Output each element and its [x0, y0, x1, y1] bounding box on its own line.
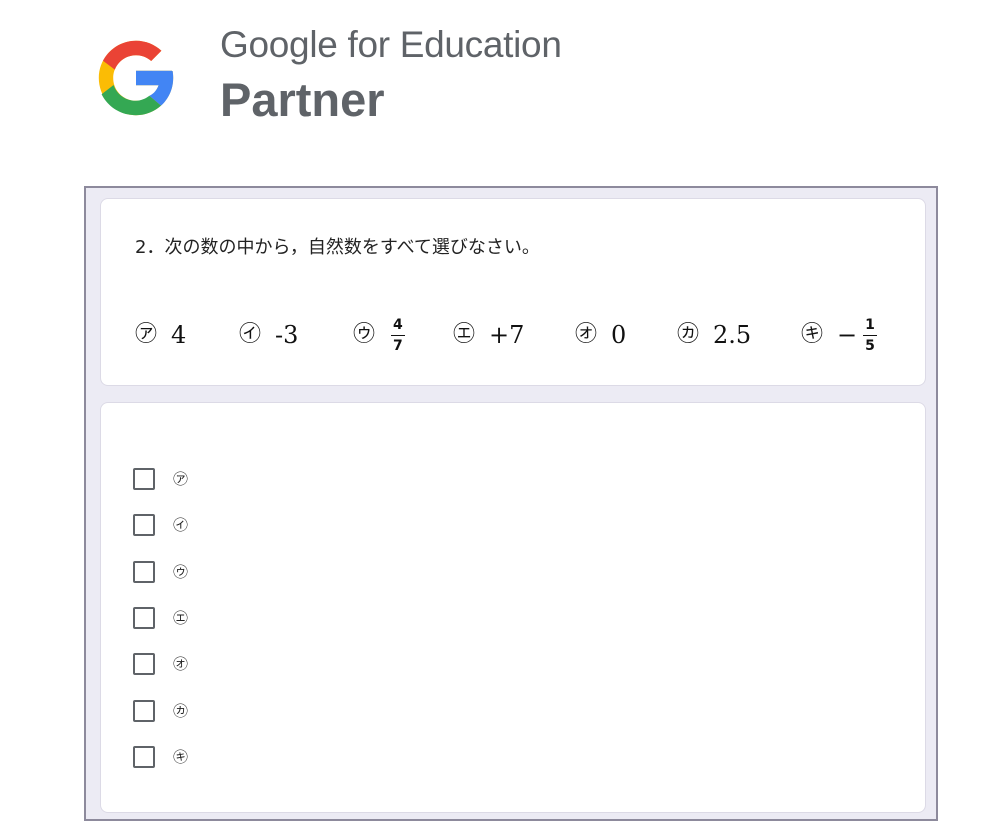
number-item-ka: ㋕ 2.5 — [677, 305, 751, 365]
item-mark: ㋕ — [677, 322, 700, 347]
item-fraction: − 1 5 — [837, 318, 877, 353]
fraction-denominator: 7 — [393, 337, 403, 354]
google-g-icon — [98, 40, 176, 116]
number-item-e: ㋓ +7 — [453, 305, 524, 365]
logo-subtitle: Partner — [220, 73, 385, 126]
item-mark: ㋔ — [575, 322, 598, 347]
item-mark: ㋖ — [801, 322, 824, 347]
option-label: ㋒ — [173, 562, 189, 581]
number-item-u: ㋒ 4 7 — [353, 305, 405, 365]
checkbox[interactable] — [133, 746, 155, 768]
form-container: 2．次の数の中から，自然数をすべて選びなさい。 ㋐ 4 ㋑ -3 ㋒ 4 7 ㋓… — [84, 186, 938, 821]
option-label: ㋑ — [173, 515, 189, 534]
item-mark: ㋐ — [135, 322, 158, 347]
item-fraction: 4 7 — [389, 318, 405, 353]
fraction: 1 5 — [863, 318, 877, 353]
number-item-i: ㋑ -3 — [239, 305, 298, 365]
checkbox[interactable] — [133, 561, 155, 583]
item-value: 2.5 — [713, 321, 752, 349]
item-value: 0 — [611, 321, 627, 349]
option-label: ㋐ — [173, 469, 189, 488]
number-item-ki: ㋖ − 1 5 — [801, 305, 877, 365]
option-ki[interactable]: ㋖ — [133, 742, 188, 772]
option-o[interactable]: ㋔ — [133, 649, 188, 679]
option-label: ㋔ — [173, 654, 189, 673]
checkbox[interactable] — [133, 653, 155, 675]
checkbox[interactable] — [133, 700, 155, 722]
option-ka[interactable]: ㋕ — [133, 696, 188, 726]
checkbox[interactable] — [133, 468, 155, 490]
item-mark: ㋓ — [453, 322, 476, 347]
item-value: 4 — [171, 321, 187, 349]
answer-card: ㋐ ㋑ ㋒ ㋓ ㋔ ㋕ ㋖ — [100, 402, 926, 813]
item-value: +7 — [489, 321, 525, 349]
item-value: -3 — [275, 321, 299, 349]
option-label: ㋖ — [173, 747, 189, 766]
option-label: ㋕ — [173, 701, 189, 720]
option-e[interactable]: ㋓ — [133, 603, 188, 633]
google-for-education-partner-logo: Google for Education Partner — [88, 24, 628, 134]
fraction-denominator: 5 — [865, 337, 875, 354]
fraction-numerator: 4 — [391, 318, 405, 336]
number-item-o: ㋔ 0 — [575, 305, 626, 365]
option-i[interactable]: ㋑ — [133, 510, 188, 540]
checkbox[interactable] — [133, 514, 155, 536]
logo-title: Google for Education — [220, 24, 562, 65]
fraction: 4 7 — [391, 318, 405, 353]
option-a[interactable]: ㋐ — [133, 464, 188, 494]
fraction-numerator: 1 — [863, 318, 877, 336]
item-mark: ㋒ — [353, 322, 376, 347]
option-u[interactable]: ㋒ — [133, 557, 188, 587]
fraction-sign: − — [837, 321, 858, 349]
question-text: 2．次の数の中から，自然数をすべて選びなさい。 — [135, 237, 540, 258]
item-mark: ㋑ — [239, 322, 262, 347]
number-item-a: ㋐ 4 — [135, 305, 186, 365]
number-list: ㋐ 4 ㋑ -3 ㋒ 4 7 ㋓ +7 ㋔ 0 ㋕ 2.5 ㋖ − 1 5 — [135, 305, 915, 365]
checkbox[interactable] — [133, 607, 155, 629]
question-card: 2．次の数の中から，自然数をすべて選びなさい。 ㋐ 4 ㋑ -3 ㋒ 4 7 ㋓… — [100, 198, 926, 386]
option-label: ㋓ — [173, 608, 189, 627]
